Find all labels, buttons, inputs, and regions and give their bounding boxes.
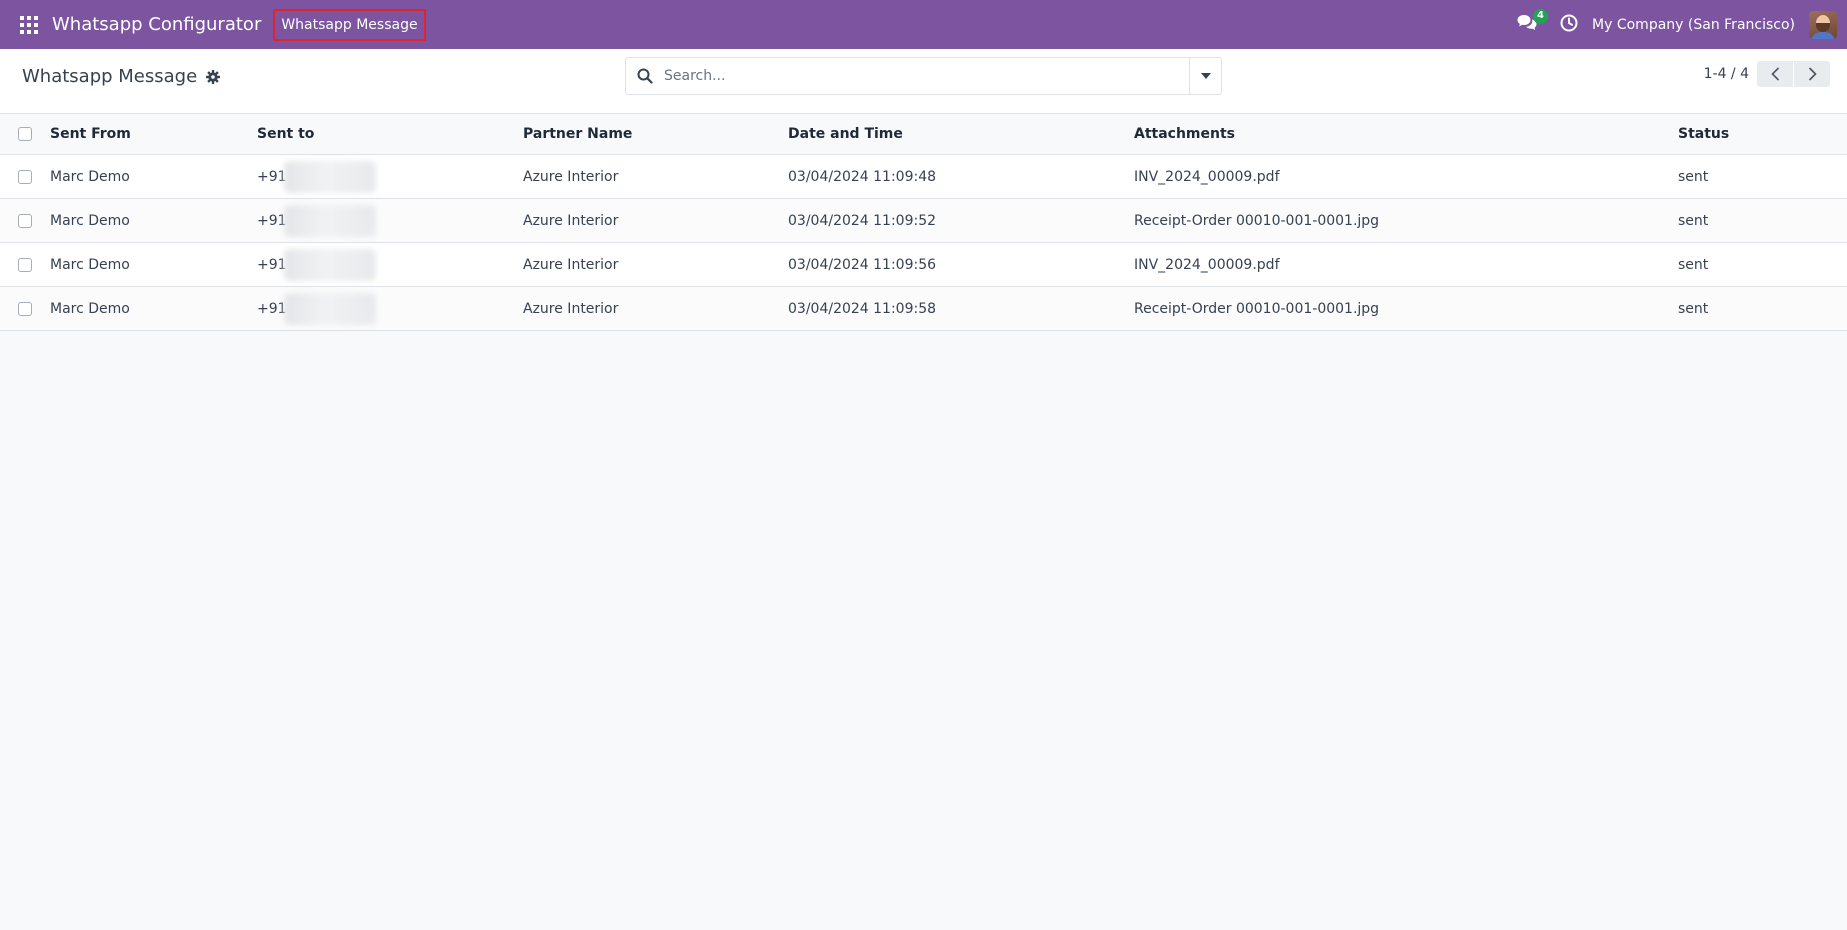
- apps-grid-icon[interactable]: [14, 10, 44, 40]
- cell-date-time: 03/04/2024 11:09:56: [788, 256, 937, 273]
- cell-attachment: Receipt-Order 00010-001-0001.jpg: [1134, 300, 1380, 317]
- cell-sent-from: Marc Demo: [50, 256, 130, 273]
- row-select-cell: [0, 301, 50, 316]
- column-header-partner-name[interactable]: Partner Name: [523, 126, 788, 142]
- cell-sent-to: +91: [257, 155, 523, 198]
- page-title-area: Whatsapp Message: [22, 66, 221, 87]
- row-checkbox[interactable]: [18, 257, 32, 272]
- pager-next-button[interactable]: [1794, 61, 1830, 87]
- caret-down-icon: [1200, 73, 1211, 79]
- select-all-cell: [0, 127, 50, 141]
- column-header-sent-from[interactable]: Sent From: [50, 126, 257, 142]
- chevron-left-icon: [1770, 67, 1779, 81]
- cell-partner-name: Azure Interior: [523, 212, 619, 229]
- sent-to-value: +91: [257, 300, 287, 317]
- search-bar: [625, 57, 1222, 95]
- pager-value[interactable]: 1-4 / 4: [1704, 66, 1749, 82]
- row-select-cell: [0, 213, 50, 228]
- app-name[interactable]: Whatsapp Configurator: [52, 14, 261, 35]
- column-header-sent-to[interactable]: Sent to: [257, 114, 523, 154]
- navbar-systray: 4 My Company (San Francisco): [1514, 0, 1847, 49]
- page-title[interactable]: Whatsapp Message: [22, 66, 197, 87]
- column-header-date-time[interactable]: Date and Time: [788, 126, 1134, 142]
- redacted-number: [284, 161, 376, 193]
- cell-sent-from: Marc Demo: [50, 212, 130, 229]
- activity-button[interactable]: [1558, 14, 1580, 36]
- cell-attachment: INV_2024_00009.pdf: [1134, 256, 1280, 273]
- redacted-number: [284, 205, 376, 237]
- table-row[interactable]: Marc Demo +91 Azure Interior 03/04/2024 …: [0, 243, 1847, 287]
- cell-sent-to: +91: [257, 243, 523, 286]
- cell-partner-name: Azure Interior: [523, 256, 619, 273]
- column-header-attachments[interactable]: Attachments: [1134, 126, 1678, 142]
- cell-status: sent: [1678, 300, 1709, 317]
- row-checkbox[interactable]: [18, 213, 32, 228]
- table-row[interactable]: Marc Demo +91 Azure Interior 03/04/2024 …: [0, 287, 1847, 331]
- gear-icon[interactable]: [206, 69, 221, 84]
- cell-date-time: 03/04/2024 11:09:52: [788, 212, 937, 229]
- select-all-checkbox[interactable]: [18, 127, 32, 141]
- cell-attachment: Receipt-Order 00010-001-0001.jpg: [1134, 212, 1380, 229]
- row-select-cell: [0, 257, 50, 272]
- cell-sent-to: +91: [257, 287, 523, 330]
- sent-to-value: +91: [257, 212, 287, 229]
- pager-previous-button[interactable]: [1757, 61, 1793, 87]
- table-header: Sent From Sent to Partner Name Date and …: [0, 114, 1847, 155]
- pager: 1-4 / 4: [1704, 61, 1830, 87]
- cell-status: sent: [1678, 168, 1709, 185]
- search-options-toggle[interactable]: [1189, 58, 1221, 94]
- clock-icon: [1560, 14, 1578, 36]
- row-checkbox[interactable]: [18, 301, 32, 316]
- cell-sent-from: Marc Demo: [50, 168, 130, 185]
- cell-status: sent: [1678, 212, 1709, 229]
- cell-partner-name: Azure Interior: [523, 168, 619, 185]
- cell-sent-from: Marc Demo: [50, 300, 130, 317]
- row-select-cell: [0, 169, 50, 184]
- menu-item-whatsapp-message[interactable]: Whatsapp Message: [273, 8, 426, 41]
- row-checkbox[interactable]: [18, 169, 32, 184]
- user-avatar[interactable]: [1809, 10, 1837, 39]
- cell-sent-to: +91: [257, 199, 523, 242]
- top-navbar: Whatsapp Configurator Whatsapp Message 4…: [0, 0, 1847, 49]
- redacted-number: [284, 293, 376, 325]
- table-row[interactable]: Marc Demo +91 Azure Interior 03/04/2024 …: [0, 199, 1847, 243]
- cell-status: sent: [1678, 256, 1709, 273]
- redacted-number: [284, 249, 376, 281]
- chevron-right-icon: [1808, 67, 1817, 81]
- table-row[interactable]: Marc Demo +91 Azure Interior 03/04/2024 …: [0, 155, 1847, 199]
- control-panel: Whatsapp Message Search... 1-4 / 4: [0, 49, 1847, 114]
- search-icon: [626, 58, 664, 94]
- sent-to-value: +91: [257, 256, 287, 273]
- cell-date-time: 03/04/2024 11:09:48: [788, 168, 937, 185]
- cell-date-time: 03/04/2024 11:09:58: [788, 300, 937, 317]
- chat-button[interactable]: 4: [1514, 8, 1549, 38]
- message-list: Sent From Sent to Partner Name Date and …: [0, 114, 1847, 331]
- company-switcher[interactable]: My Company (San Francisco): [1592, 17, 1795, 33]
- cell-partner-name: Azure Interior: [523, 300, 619, 317]
- column-header-status[interactable]: Status: [1678, 126, 1847, 142]
- chat-count-badge: 4: [1533, 8, 1549, 24]
- sent-to-value: +91: [257, 168, 287, 185]
- cell-attachment: INV_2024_00009.pdf: [1134, 168, 1280, 185]
- search-input[interactable]: [664, 59, 1189, 93]
